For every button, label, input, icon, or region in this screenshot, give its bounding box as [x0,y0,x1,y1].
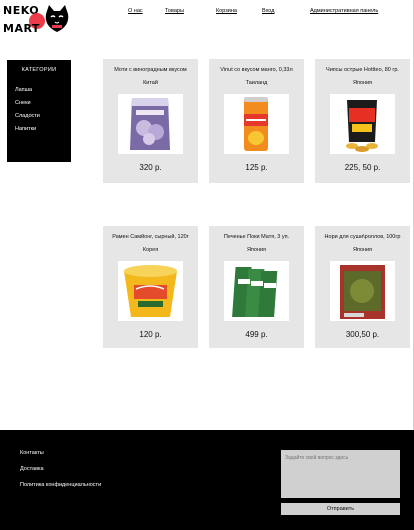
product-price: 300,50 р. [345,330,380,339]
product-name: Vinut со вкусом манго, 0,33л [220,67,293,73]
footer-link-contacts[interactable]: Контакты [20,450,44,456]
send-button[interactable]: Отправить [281,503,400,515]
pocky-box-image[interactable] [224,261,289,321]
product-card[interactable]: Печенье Поки Матя, 3 уп. Япония 499 р. [209,226,304,348]
product-name: Чипсы острые Hottteo, 80 гр. [326,67,399,73]
logo-line-2: MART [3,22,40,35]
product-card[interactable]: Чипсы острые Hottteo, 80 гр. Япония 225,… [315,59,410,183]
footer-link-privacy[interactable]: Политика конфиденциальности [20,482,101,488]
sidebar-item-drinks[interactable]: Напитки [7,125,71,138]
product-name: Моти с виноградным вкусом [114,67,187,73]
product-country: Япония [352,80,373,86]
product-card[interactable]: Рамен Самйонг, сырный, 120г Корея 120 р. [103,226,198,348]
sidebar-item-snacks[interactable]: Снеки [7,99,71,112]
product-country: Китай [143,80,158,86]
nav-admin-panel[interactable]: Административная панель [310,8,378,14]
product-country: Япония [352,247,373,253]
nori-pack-image[interactable] [330,261,395,321]
product-card[interactable]: Нори для суши\роллов, 100гр Япония 300,5… [315,226,410,348]
nav-login[interactable]: Вход [262,8,274,14]
product-name: Нори для суши\роллов, 100гр [324,234,401,240]
product-card[interactable]: Vinut со вкусом манго, 0,33л Таиланд 125… [209,59,304,183]
categories-sidebar: КАТЕГОРИИ Лапша Снеки Сладости Напитки [7,60,71,162]
question-input[interactable] [281,450,400,498]
nav-cart[interactable]: Корзина [216,8,237,14]
footer: Контакты Доставка Политика конфиденциаль… [0,430,414,530]
mochi-bag-image[interactable] [118,94,183,154]
product-card[interactable]: Моти с виноградным вкусом Китай 320 р. [103,59,198,183]
top-navigation: О нас Товары Корзина Вход Административн… [0,8,414,22]
product-country: Япония [246,247,267,253]
product-country: Корея [142,247,159,253]
sidebar-item-sweets[interactable]: Сладости [7,112,71,125]
product-name: Рамен Самйонг, сырный, 120г [112,234,189,240]
mango-drink-can-image[interactable] [224,94,289,154]
nav-products[interactable]: Товары [165,8,184,14]
sidebar-item-noodles[interactable]: Лапша [7,86,71,99]
product-price: 320 р. [139,163,162,172]
nav-about[interactable]: О нас [128,8,143,14]
product-name: Печенье Поки Матя, 3 уп. [223,234,290,240]
product-price: 225, 50 р. [344,163,381,172]
product-price: 125 р. [245,163,268,172]
product-price: 120 р. [139,330,162,339]
categories-title: КАТЕГОРИИ [21,67,57,73]
footer-link-delivery[interactable]: Доставка [20,466,44,472]
product-price: 499 р. [245,330,268,339]
product-country: Таиланд [245,80,268,86]
chips-bag-image[interactable] [330,94,395,154]
ramen-cup-image[interactable] [118,261,183,321]
